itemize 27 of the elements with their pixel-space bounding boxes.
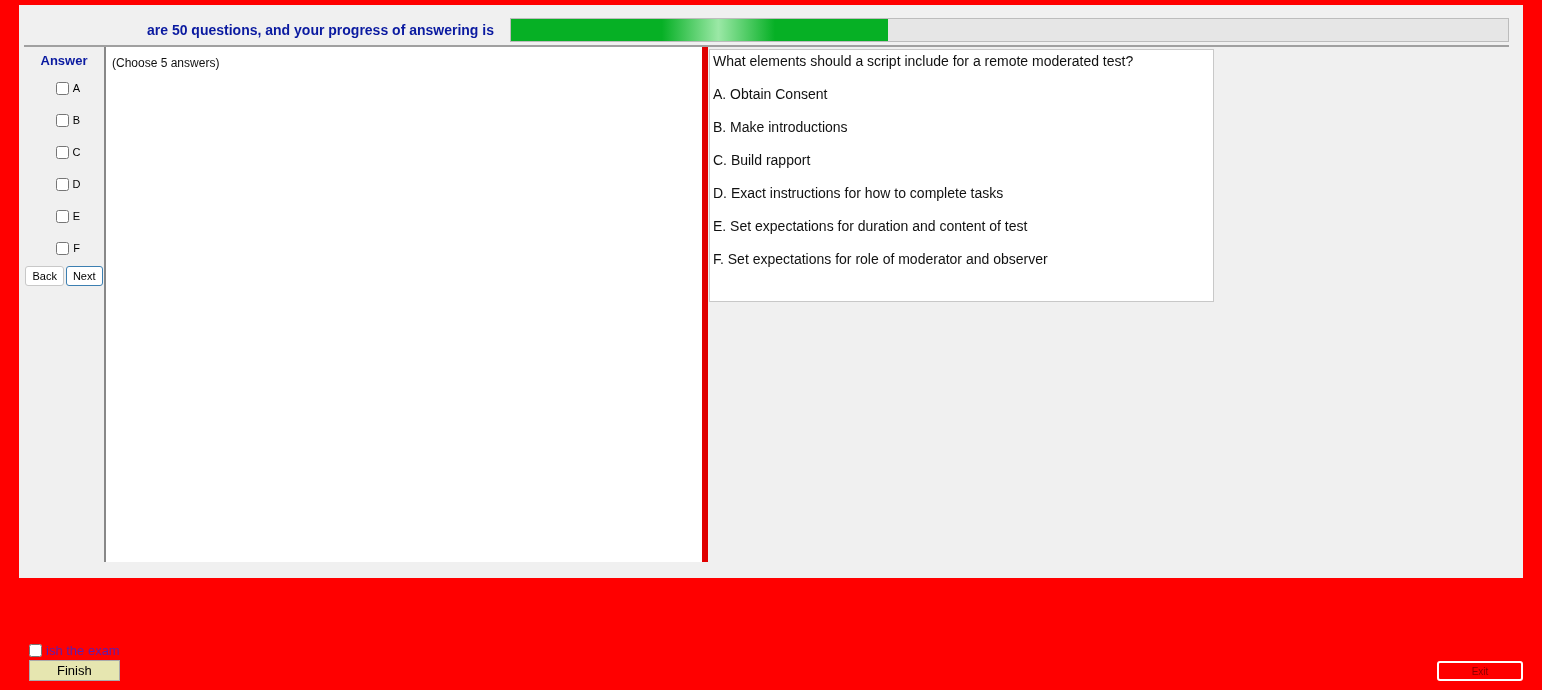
answer-checkbox[interactable]	[55, 209, 69, 223]
checkbox-label: E	[72, 210, 81, 222]
nav-button[interactable]: Back	[25, 266, 64, 286]
answer-checkbox[interactable]	[55, 81, 69, 95]
finish-button[interactable]: Finish	[29, 660, 120, 681]
choice-text: B. Make introductions	[713, 118, 849, 136]
answer-checkbox[interactable]	[55, 177, 69, 191]
finish-checkbox[interactable]	[29, 644, 42, 657]
checkbox-label: C	[72, 146, 81, 158]
question-text: What elements should a script include for a remote moderated test?	[713, 52, 1135, 70]
checkbox-label: A	[72, 82, 81, 94]
choice-text: D. Exact instructions for how to complete tasks	[713, 184, 1005, 202]
checkbox-label: F	[73, 242, 80, 254]
answer-checkbox[interactable]	[55, 145, 69, 159]
choice-text: F. Set expectations for role of moderator and observer	[713, 250, 1049, 268]
checkbox-label: B	[72, 114, 81, 126]
answer-checkbox[interactable]	[55, 113, 69, 127]
nav-button[interactable]: Next	[65, 266, 103, 286]
finish-label: ish the exam	[46, 643, 120, 658]
choice-text: C. Build rapport	[713, 151, 812, 169]
progress-text: are 50 questions, and your progress of answering is	[147, 22, 494, 38]
checkbox-label: D	[72, 178, 81, 190]
answer-checkbox[interactable]	[56, 241, 70, 255]
choice-text: E. Set expectations for duration and content of test	[713, 217, 1029, 235]
answer-instructions: (Choose 5 answers)	[112, 56, 220, 70]
answer-heading: Answer	[40, 53, 88, 68]
choice-text: A. Obtain Consent	[713, 85, 829, 103]
